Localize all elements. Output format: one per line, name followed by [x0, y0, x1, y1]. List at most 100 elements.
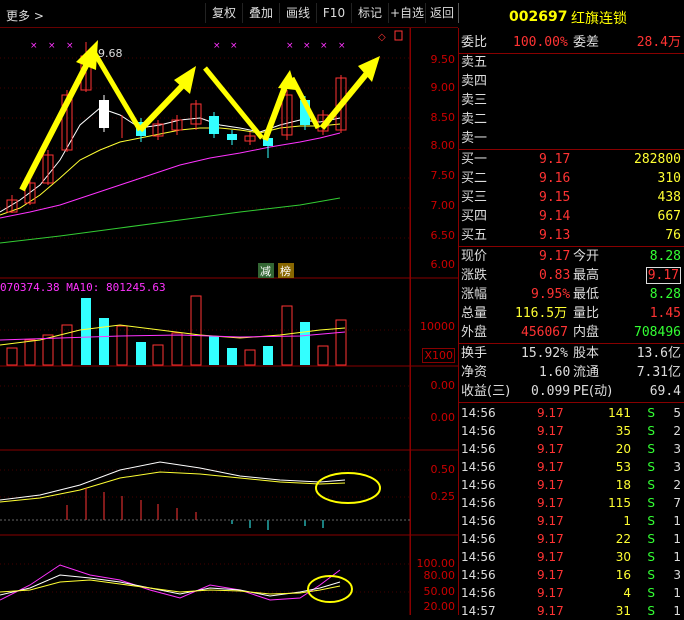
tick-volume: 53 [615, 460, 631, 474]
svg-text:×: × [320, 41, 328, 51]
change-label: 涨跌 [461, 268, 488, 283]
tick-side: S [647, 532, 655, 546]
add-watchlist-button[interactable]: +自选 [388, 3, 426, 23]
eps-label: 收益(三) [461, 384, 511, 399]
tick-side: S [647, 586, 655, 600]
tick-time: 14:56 [461, 514, 496, 528]
volume-label: 总量 [461, 306, 488, 321]
ma-white-line [0, 107, 341, 213]
tick-row: 14:56 9.17 22 S 1 [459, 530, 684, 548]
overlay-button[interactable]: 叠加 [242, 3, 280, 23]
weicha-label: 委差 [573, 35, 600, 50]
buy-level-label: 买一 [461, 152, 488, 167]
turnover-label: 换手 [461, 346, 488, 361]
tick-price: 9.17 [537, 496, 564, 510]
buy-level-price: 9.16 [539, 171, 571, 186]
tick-count: 2 [673, 478, 681, 492]
tick-side: S [647, 550, 655, 564]
tick-price: 9.17 [537, 424, 564, 438]
sell-level-3: 卖三 [461, 93, 488, 108]
buy-level-label: 买三 [461, 190, 488, 205]
tick-row: 14:57 9.17 31 S 1 [459, 602, 684, 620]
volume-ratio-label: 量比 [573, 306, 600, 321]
tick-side: S [647, 514, 655, 528]
tick-volume: 4 [623, 586, 631, 600]
tick-count: 3 [673, 460, 681, 474]
buy-level-volume: 438 [657, 190, 681, 205]
float-shares: 7.31亿 [636, 365, 681, 380]
tick-row: 14:56 9.17 115 S 7 [459, 494, 684, 512]
f10-button[interactable]: F10 [316, 3, 352, 23]
adjust-rights-button[interactable]: 复权 [205, 3, 243, 23]
svg-text:×: × [230, 41, 238, 51]
outer-volume: 456067 [521, 325, 568, 340]
tick-time: 14:56 [461, 550, 496, 564]
tick-price: 9.17 [537, 586, 564, 600]
price-axis: 9.50 9.00 8.50 8.00 7.50 7.00 6.50 6.00 … [410, 28, 459, 615]
price-tick: 8.00 [430, 139, 456, 152]
float-label: 流通 [573, 365, 600, 380]
tick-time: 14:56 [461, 532, 496, 546]
buy-level-price: 9.14 [539, 209, 571, 224]
low-label: 最低 [573, 287, 600, 302]
macd-tick: 0.50 [430, 463, 456, 476]
back-button[interactable]: 返回 [425, 3, 459, 23]
tick-price: 9.17 [537, 460, 564, 474]
tick-volume: 18 [615, 478, 631, 492]
buy-level-volume: 282800 [634, 152, 681, 167]
sell-level-2: 卖二 [461, 112, 488, 127]
tick-count: 3 [673, 568, 681, 582]
kdj-tick: 80.00 [423, 569, 456, 582]
stock-name: 红旗连锁 [571, 11, 627, 27]
draw-line-button[interactable]: 画线 [279, 3, 317, 23]
outer-label: 外盘 [461, 325, 488, 340]
tick-price: 9.17 [537, 442, 564, 456]
tick-side: S [647, 424, 655, 438]
badge-list[interactable]: 榜 [280, 264, 291, 278]
tick-count: 1 [673, 586, 681, 600]
total-volume: 116.5万 [515, 306, 568, 321]
tick-price: 9.17 [537, 550, 564, 564]
max-price-label: 9.68 [98, 47, 123, 60]
volume-tick: 10000 [420, 320, 455, 333]
tick-volume: 20 [615, 442, 631, 456]
weibi-value: 100.00% [513, 35, 568, 50]
tick-price: 9.17 [537, 514, 564, 528]
signal-marks: × × × × × × × × × [30, 41, 346, 51]
price-tick: 7.50 [430, 169, 456, 182]
tick-volume: 35 [615, 424, 631, 438]
price-label: 现价 [461, 249, 488, 264]
tick-row: 14:56 9.17 141 S 5 [459, 404, 684, 422]
volume-legend: 070374.38 MA10: 801245.63 [0, 281, 166, 294]
pe-ratio: 69.4 [649, 384, 681, 399]
sell-level-1: 卖一 [461, 131, 488, 146]
diamond-icon[interactable]: ◇ [378, 32, 386, 43]
eps: 0.099 [531, 384, 571, 399]
kdj-tick: 20.00 [423, 600, 456, 613]
tick-side: S [647, 442, 655, 456]
volume-unit: X100 [422, 348, 455, 363]
tick-volume: 115 [608, 496, 631, 510]
price-tick: 7.00 [430, 199, 456, 212]
inner-volume: 708496 [634, 325, 681, 340]
tick-time: 14:56 [461, 478, 496, 492]
kline-chart[interactable]: × × × × × × × × × ◇ 9.68 减 榜 070374.38 M… [0, 28, 458, 615]
buy-level-label: 买二 [461, 171, 488, 186]
current-price: 9.17 [539, 249, 571, 264]
turnover: 15.92% [521, 346, 568, 361]
more-menu-button[interactable]: 更多 > [6, 7, 44, 24]
weicha-value: 28.4万 [636, 35, 681, 50]
change-pct-label: 涨幅 [461, 287, 488, 302]
mark-button[interactable]: 标记 [351, 3, 389, 23]
macd-highlight-circle [315, 472, 381, 504]
sell-level-5: 卖五 [461, 55, 488, 70]
tick-count: 7 [673, 496, 681, 510]
tick-row: 14:56 9.17 20 S 3 [459, 440, 684, 458]
tick-row: 14:56 9.17 53 S 3 [459, 458, 684, 476]
window-icon[interactable] [394, 30, 403, 41]
tick-count: 1 [673, 604, 681, 618]
badge-reduce[interactable]: 减 [260, 265, 271, 278]
svg-text:×: × [286, 41, 294, 51]
svg-text:×: × [213, 41, 221, 51]
price-tick: 6.50 [430, 229, 456, 242]
